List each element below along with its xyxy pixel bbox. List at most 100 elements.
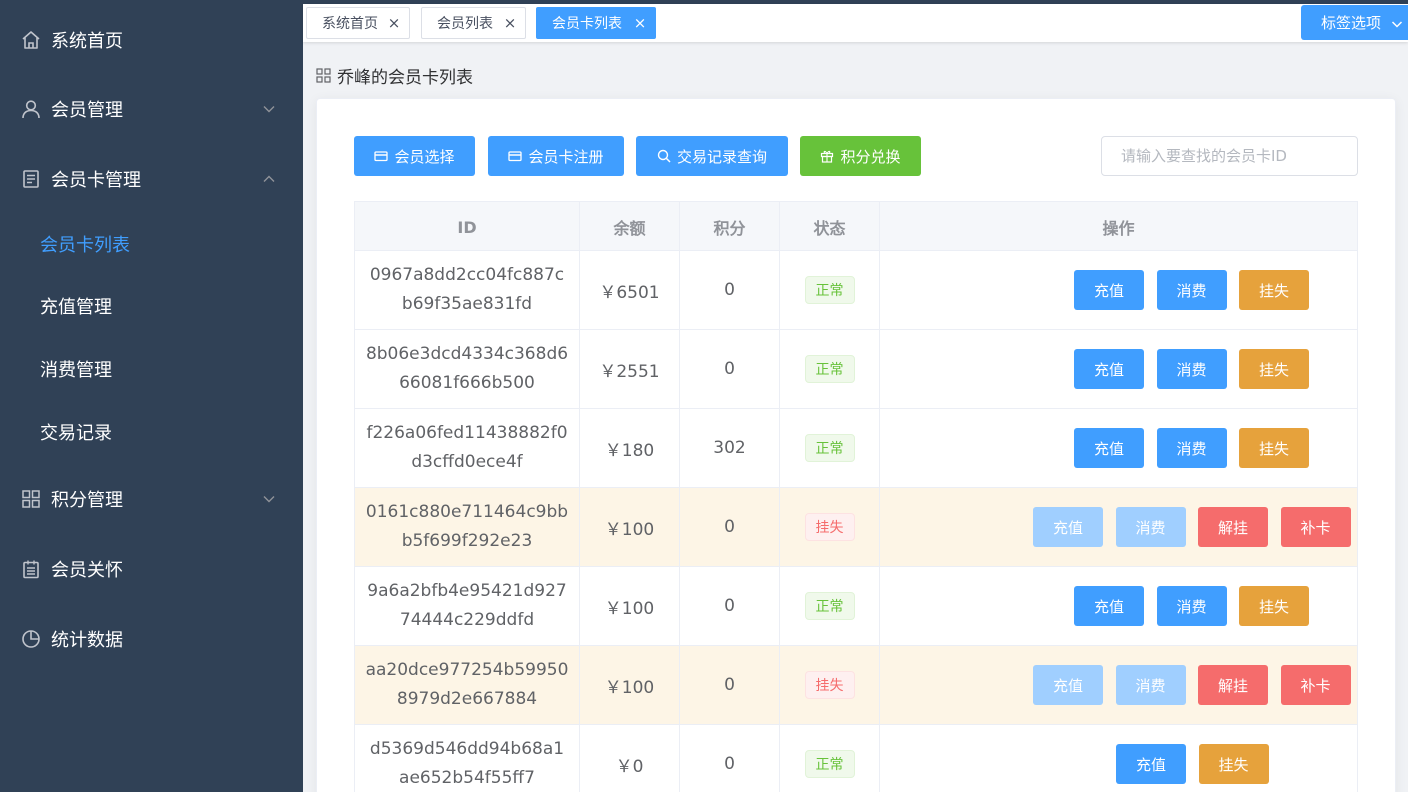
status-cell: 正常 [780,251,880,329]
consume-button[interactable]: 消费 [1156,586,1227,626]
points-cell: 0 [680,251,780,329]
consume-button[interactable]: 消费 [1156,428,1227,468]
table-header: ID 余额 积分 状态 操作 [354,201,1358,252]
recharge-button[interactable]: 充值 [1074,349,1144,389]
status-cell: 挂失 [780,488,880,566]
column-header-balance: 余额 [580,202,680,252]
recharge-button[interactable]: 充值 [1116,744,1186,784]
gift-icon [820,149,834,163]
report-loss-button[interactable]: 挂失 [1198,744,1269,784]
recharge-button[interactable]: 充值 [1033,507,1103,547]
actions-cell: 充值 消费 挂失 [880,251,1357,329]
tag-home[interactable]: 系统首页 × [306,7,410,39]
status-badge: 正常 [804,434,855,462]
report-loss-button[interactable]: 挂失 [1239,428,1309,468]
select-member-button[interactable]: 会员选择 [354,136,475,176]
menu-item-member-care[interactable]: 会员关怀 [0,541,303,597]
status-badge: 挂失 [804,671,855,699]
unfreeze-button[interactable]: 解挂 [1198,507,1268,547]
submenu-item-recharge[interactable]: 充值管理 [0,281,303,331]
unfreeze-button[interactable]: 解挂 [1198,665,1268,705]
submenu-label: 交易记录 [40,423,112,444]
column-header-id: ID [355,202,580,252]
close-icon[interactable]: × [503,16,517,31]
tag-label: 系统首页 [322,16,378,32]
reissue-card-button[interactable]: 补卡 [1280,507,1351,547]
query-transactions-button[interactable]: 交易记录查询 [636,136,788,176]
points-cell: 0 [680,330,780,408]
submenu-item-card-list[interactable]: 会员卡列表 [0,219,303,269]
status-badge: 挂失 [804,513,855,541]
status-cell: 正常 [780,725,880,792]
menu-item-home[interactable]: 系统首页 [0,12,303,68]
actions-cell: 充值 消费 解挂 补卡 [880,646,1357,724]
submenu-label: 充值管理 [40,297,112,318]
credit-card-icon [374,149,389,163]
points-cell: 302 [680,409,780,487]
balance-cell: ￥0 [580,725,680,792]
points-cell: 0 [680,567,780,645]
credit-card-icon [508,149,523,163]
menu-label: 会员卡管理 [51,170,141,191]
tags-bar: 系统首页 × 会员列表 × 会员卡列表 × 标签选项 [303,4,1408,42]
grid-icon [20,488,42,510]
status-cell: 正常 [780,409,880,487]
card-id-cell: 0967a8dd2cc04fc887cb69f35ae831fd [355,251,580,329]
grid-icon [316,67,331,83]
points-exchange-button[interactable]: 积分兑换 [800,136,921,176]
menu-label: 会员关怀 [51,560,123,581]
close-icon[interactable]: × [633,16,647,31]
column-header-status: 状态 [780,202,880,252]
document-icon [20,168,42,190]
status-badge: 正常 [804,592,855,620]
menu-label: 系统首页 [51,31,123,52]
card-id-cell: 9a6a2bfb4e95421d92774444c229ddfd [355,567,580,645]
status-cell: 正常 [780,567,880,645]
menu-item-card-management[interactable]: 会员卡管理 [0,151,303,207]
menu-label: 会员管理 [51,100,123,121]
menu-item-points-management[interactable]: 积分管理 [0,471,303,527]
card-id-cell: f226a06fed11438882f0d3cffd0ece4f [355,409,580,487]
menu-item-member-management[interactable]: 会员管理 [0,81,303,137]
calendar-icon [20,558,42,580]
tag-card-list[interactable]: 会员卡列表 × [536,7,656,39]
tag-member-list[interactable]: 会员列表 × [421,7,526,39]
consume-button[interactable]: 消费 [1115,507,1186,547]
submenu-item-transactions[interactable]: 交易记录 [0,407,303,457]
chevron-down-icon [262,492,276,506]
actions-cell: 充值 消费 解挂 补卡 [880,488,1357,566]
balance-cell: ￥100 [580,488,680,566]
table-row: 0967a8dd2cc04fc887cb69f35ae831fd ￥6501 0 正常… [354,251,1358,330]
recharge-button[interactable]: 充值 [1074,270,1144,310]
column-header-points: 积分 [680,202,780,252]
menu-item-statistics[interactable]: 统计数据 [0,611,303,667]
recharge-button[interactable]: 充值 [1074,586,1144,626]
close-icon[interactable]: × [387,16,401,31]
chevron-up-icon [262,172,276,186]
consume-button[interactable]: 消费 [1156,349,1227,389]
report-loss-button[interactable]: 挂失 [1239,270,1309,310]
status-cell: 挂失 [780,646,880,724]
submenu-item-consumption[interactable]: 消费管理 [0,344,303,394]
tag-options-dropdown[interactable]: 标签选项 [1301,5,1408,40]
pie-chart-icon [20,628,42,650]
card-id-cell: aa20dce977254b599508979d2e667884 [355,646,580,724]
table-row: 9a6a2bfb4e95421d92774444c229ddfd ￥100 0 正常充… [354,567,1358,646]
table-row: d5369d546dd94b68a1ae652b54f55ff7 ￥0 0 正常 充值挂… [354,725,1358,792]
card-id-search-input[interactable] [1101,136,1358,176]
menu-label: 统计数据 [51,630,123,651]
report-loss-button[interactable]: 挂失 [1239,586,1309,626]
recharge-button[interactable]: 充值 [1074,428,1144,468]
status-badge: 正常 [804,750,855,778]
menu-label: 积分管理 [51,490,123,511]
balance-cell: ￥180 [580,409,680,487]
report-loss-button[interactable]: 挂失 [1239,349,1309,389]
table-row: f226a06fed11438882f0d3cffd0ece4f ￥180 302 正… [354,409,1358,488]
tag-label: 会员卡列表 [552,16,622,32]
recharge-button[interactable]: 充值 [1033,665,1103,705]
register-card-button[interactable]: 会员卡注册 [488,136,624,176]
consume-button[interactable]: 消费 [1115,665,1186,705]
reissue-card-button[interactable]: 补卡 [1280,665,1351,705]
consume-button[interactable]: 消费 [1156,270,1227,310]
status-badge: 正常 [804,276,855,304]
